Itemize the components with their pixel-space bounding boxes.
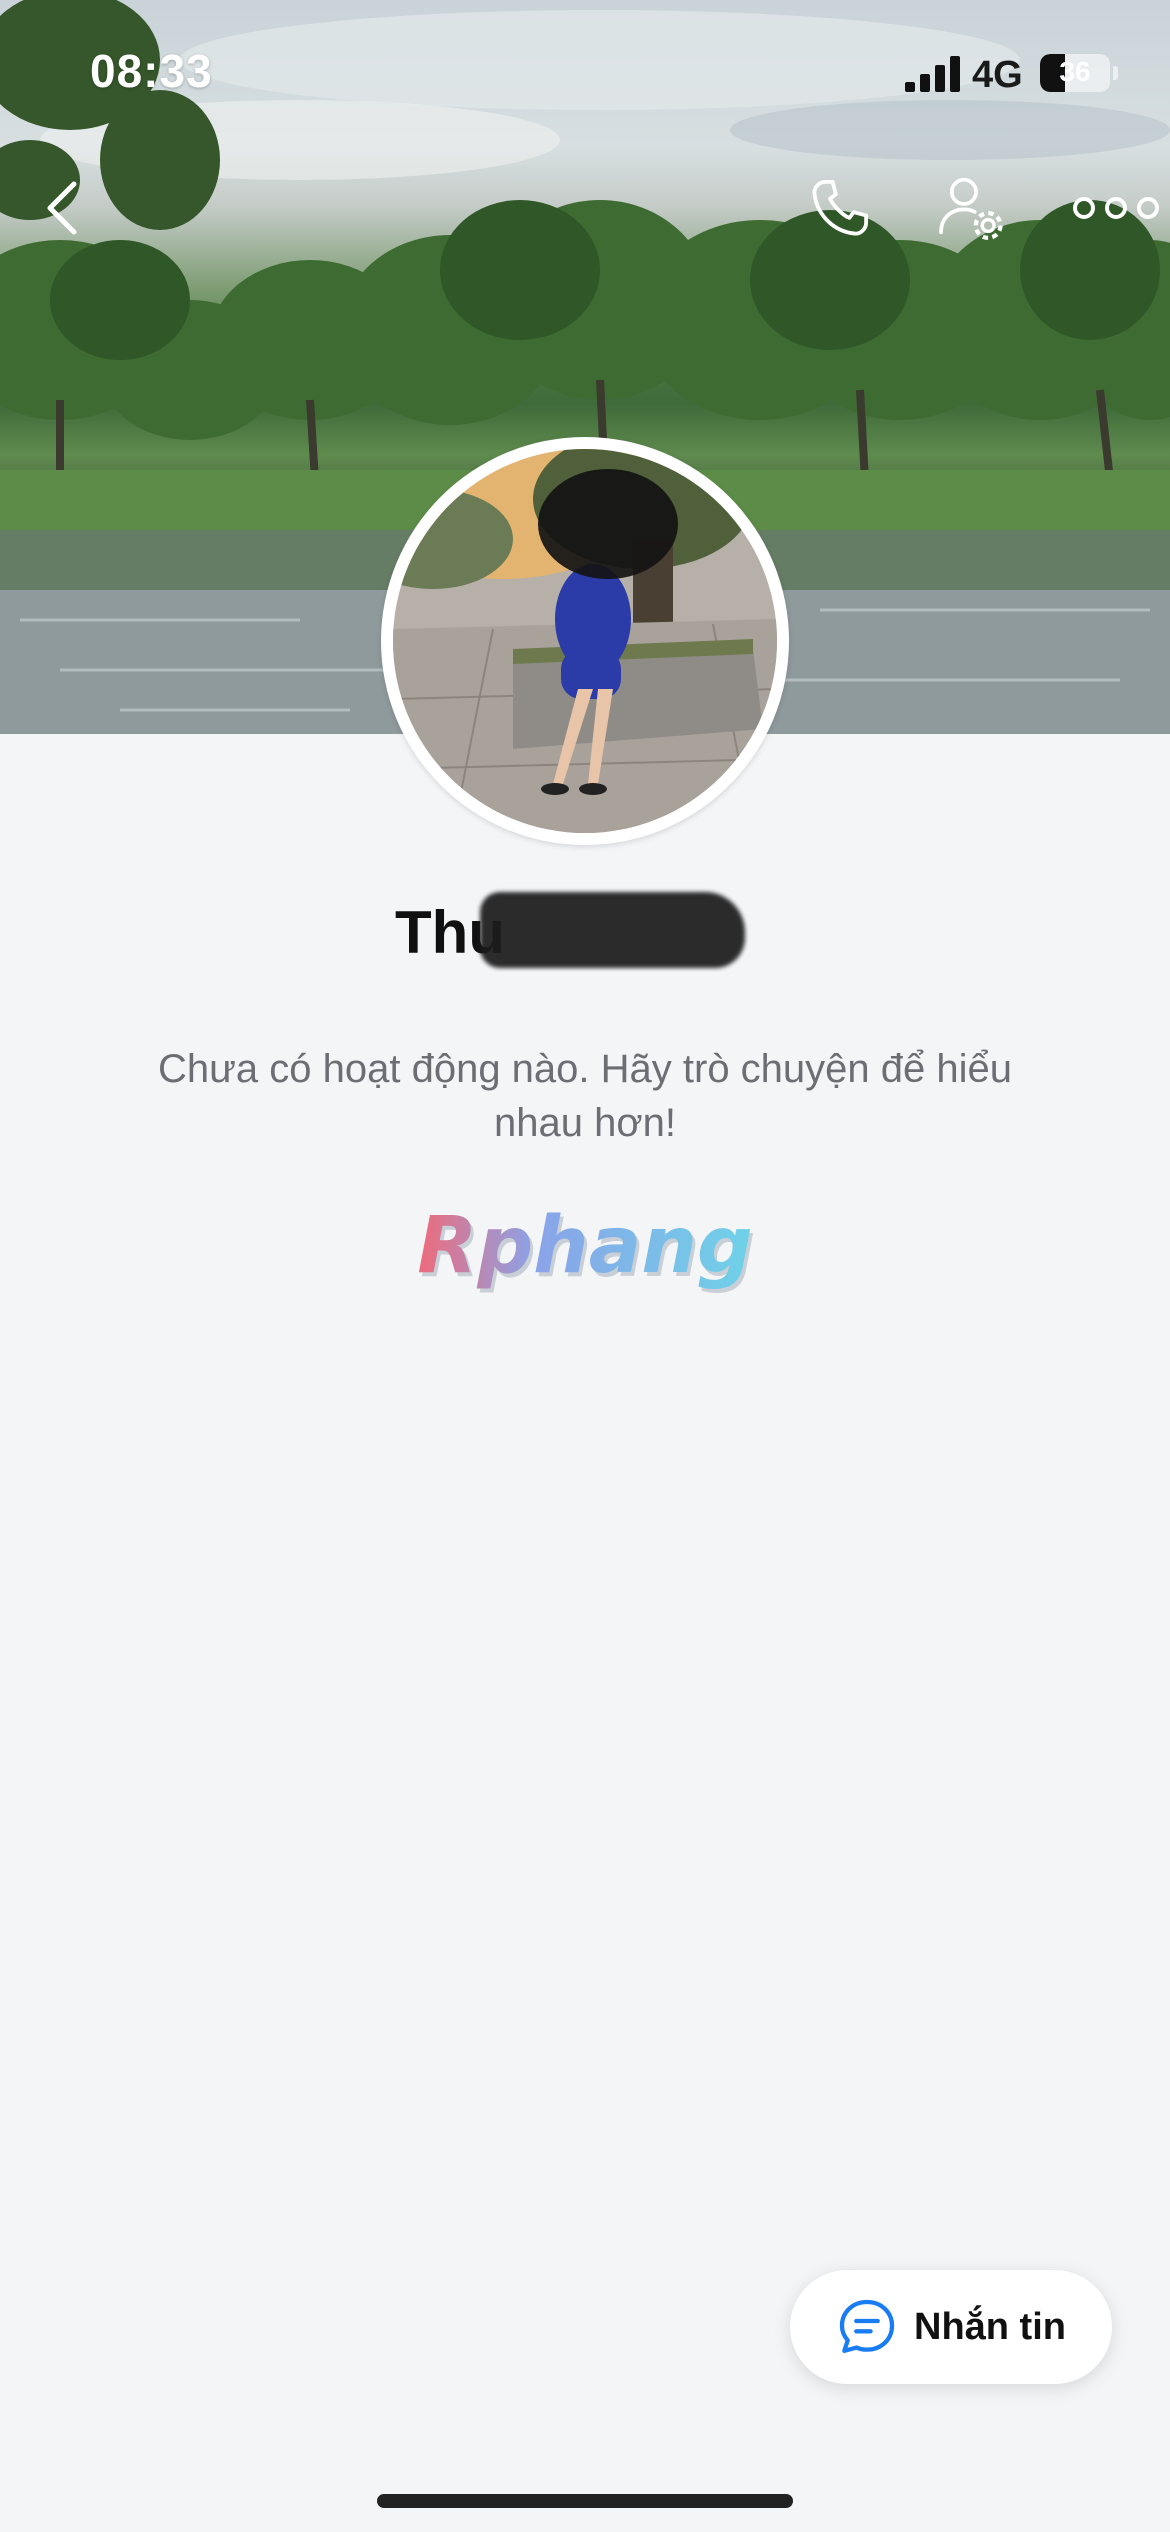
- avatar-image: [393, 449, 777, 833]
- cellular-signal-icon: [905, 56, 960, 92]
- user-gear-icon: [939, 177, 1003, 241]
- call-button[interactable]: [800, 168, 880, 248]
- home-indicator[interactable]: [377, 2494, 793, 2508]
- avatar-photo: [393, 449, 777, 833]
- status-bar: 08:33 4G 36: [0, 0, 1170, 150]
- avatar[interactable]: [381, 437, 789, 845]
- network-type: 4G: [972, 54, 1023, 96]
- chat-bubble-icon: [839, 2299, 895, 2353]
- profile-name: Thu: [0, 892, 1170, 978]
- redaction-scribble: [480, 892, 746, 968]
- more-horizontal-icon: [1073, 197, 1159, 219]
- empty-activity-message: Chưa có hoạt động nào. Hãy trò chuyện để…: [157, 1047, 1013, 1145]
- battery-icon: 36: [1040, 54, 1110, 92]
- battery-cap: [1113, 66, 1118, 80]
- phone-icon: [812, 179, 869, 236]
- send-message-label: Nhắn tin: [914, 2305, 1066, 2348]
- send-message-button[interactable]: Nhắn tin: [790, 2270, 1112, 2384]
- watermark-logo: Rphang Rphang: [0, 1200, 1170, 1320]
- svg-text:Rphang: Rphang: [417, 1201, 752, 1291]
- profile-screen: 08:33 4G 36 Thu Chưa có hoạt động nào. H…: [0, 0, 1170, 2532]
- back-button[interactable]: [22, 168, 102, 248]
- more-options-button[interactable]: [1066, 168, 1166, 248]
- profile-settings-button[interactable]: [932, 168, 1012, 248]
- chevron-left-icon: [47, 181, 77, 235]
- battery-level: 36: [1059, 56, 1091, 87]
- watermark-logo-image: Rphang Rphang: [417, 1201, 755, 1295]
- status-time: 08:33: [90, 45, 213, 97]
